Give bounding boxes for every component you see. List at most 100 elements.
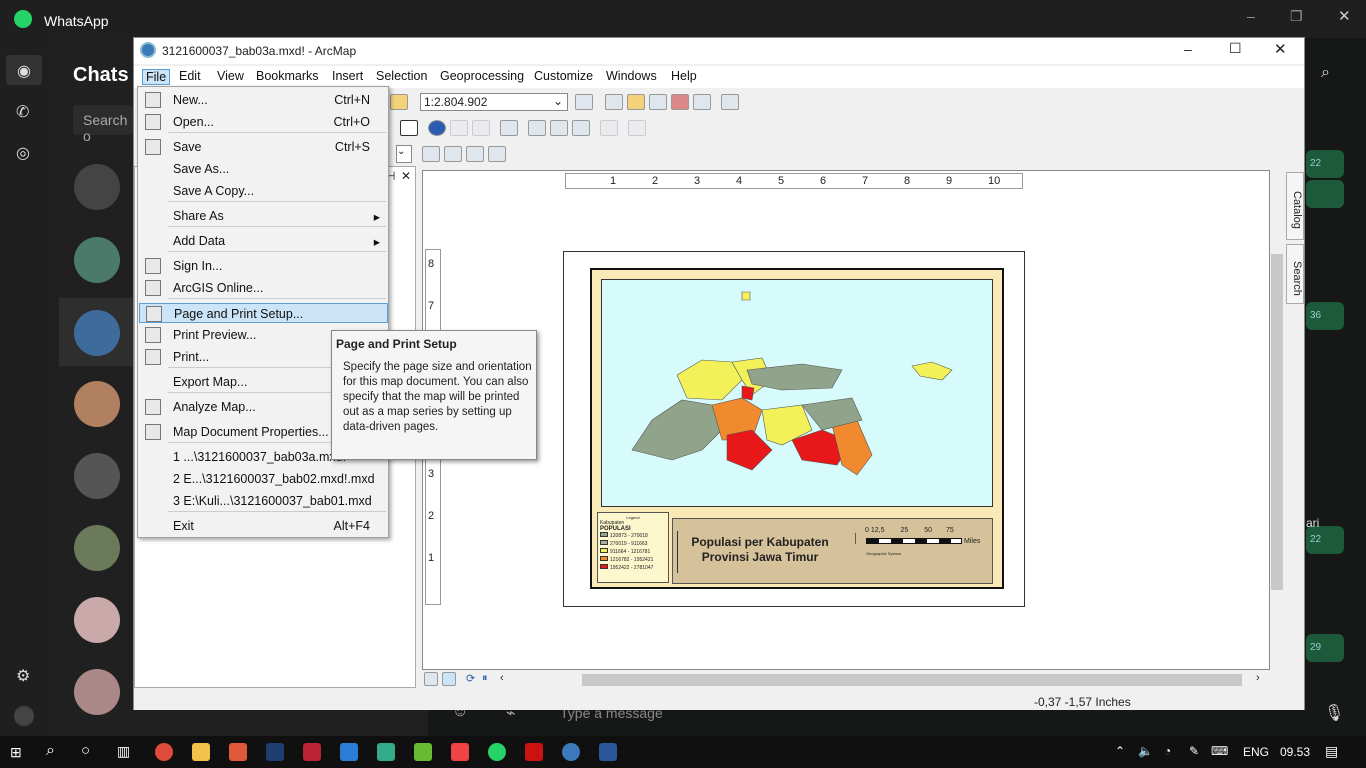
vscode-icon[interactable]	[340, 743, 358, 761]
file-menu-item-page-and-print-setup[interactable]: Page and Print Setup...	[139, 303, 388, 323]
settings-icon[interactable]: ⚙	[16, 666, 30, 686]
menu-customize[interactable]: Customize	[531, 69, 596, 83]
scale-combobox[interactable]: 1:2.804.902 ⌄	[420, 93, 568, 111]
file-menu-item-3-e-kuli-3121600037-bab01-mxd[interactable]: 3 E:\Kuli...\3121600037_bab01.mxd	[139, 491, 388, 511]
file-menu-item-add-data[interactable]: Add Data ▸	[139, 231, 388, 251]
app-icon[interactable]	[229, 743, 247, 761]
menu-selection[interactable]: Selection	[373, 69, 430, 83]
html-popup-icon[interactable]	[472, 120, 490, 136]
file-menu-item-sign-in[interactable]: Sign In...	[139, 256, 388, 276]
mic-icon[interactable]: 🎙	[1324, 703, 1344, 723]
flash-icon[interactable]	[450, 120, 468, 136]
panel-close-icon[interactable]: ✕	[401, 169, 411, 183]
layout-vertical-scrollbar[interactable]	[1270, 170, 1284, 670]
profile-avatar[interactable]	[14, 706, 34, 726]
layout-zoom-out-icon[interactable]	[444, 146, 462, 162]
avatar-contact-3[interactable]	[74, 381, 120, 427]
avatar-contact-4[interactable]	[74, 453, 120, 499]
maximize-button[interactable]: ☐	[1229, 40, 1242, 57]
close-button[interactable]: ✕	[1274, 40, 1287, 58]
whatsapp-taskbar-icon[interactable]	[488, 743, 506, 761]
pause-icon[interactable]: ⏸	[482, 672, 488, 685]
menu-view[interactable]: View	[214, 69, 247, 83]
data-frame-border[interactable]: Legend Kabupaten POPULASI 120873 - 27001…	[590, 268, 1004, 589]
model-builder-icon[interactable]	[721, 94, 739, 110]
chat-search-icon[interactable]: ⌕	[1321, 64, 1330, 82]
layer-combobox[interactable]: ⌄	[396, 145, 412, 163]
find-route-icon[interactable]	[550, 120, 568, 136]
arctoolbox-icon[interactable]	[671, 94, 689, 110]
find-icon[interactable]	[528, 120, 546, 136]
title-and-scale-box[interactable]: Populasi per Kabupaten Provinsi Jawa Tim…	[672, 518, 993, 584]
scrollbar-thumb[interactable]	[1271, 254, 1283, 590]
file-menu-item-share-as[interactable]: Share As ▸	[139, 206, 388, 226]
search-tab[interactable]: Search	[1286, 244, 1304, 304]
volume-icon[interactable]: 🔈	[1138, 744, 1153, 758]
catalog-window-icon[interactable]	[627, 94, 645, 110]
acrobat-icon[interactable]	[525, 743, 543, 761]
search-icon[interactable]: ⌕	[46, 742, 55, 760]
app-icon[interactable]	[377, 743, 395, 761]
app-icon[interactable]	[414, 743, 432, 761]
language-indicator[interactable]: ENG	[1243, 745, 1269, 759]
app-icon[interactable]	[451, 743, 469, 761]
refresh-icon[interactable]: ⟳	[466, 672, 475, 685]
avatar-contact-7[interactable]	[74, 669, 120, 715]
status-nav-icon[interactable]: ◎	[16, 143, 30, 163]
menu-geoprocessing[interactable]: Geoprocessing	[437, 69, 527, 83]
task-view-icon[interactable]: ▥	[117, 743, 130, 760]
map-legend[interactable]: Legend Kabupaten POPULASI 120873 - 27001…	[597, 512, 669, 583]
scrollbar-thumb[interactable]	[582, 674, 1242, 686]
catalog-tab[interactable]: Catalog	[1286, 172, 1304, 240]
python-window-icon[interactable]	[693, 94, 711, 110]
layout-view[interactable]: 1 2 3 4 5 6 7 8 9 10 8 7 6 5 4 3 2 1	[422, 170, 1270, 670]
whatsapp-close-icon[interactable]: ✕	[1338, 7, 1351, 25]
app-icon[interactable]	[303, 743, 321, 761]
clock[interactable]: 09.53	[1280, 745, 1310, 759]
avatar-default[interactable]	[74, 164, 120, 210]
search-input[interactable]: Search o	[73, 105, 133, 144]
file-menu-item-save-as[interactable]: Save As...	[139, 159, 388, 179]
layout-horizontal-scrollbar[interactable]: ⟳ ⏸ ‹ ›	[422, 672, 1270, 688]
file-menu-item-save[interactable]: Save Ctrl+S	[139, 137, 388, 157]
start-icon[interactable]: ⊞	[10, 744, 22, 761]
data-frame[interactable]	[601, 279, 993, 507]
menu-bookmarks[interactable]: Bookmarks	[253, 69, 322, 83]
keyboard-icon[interactable]: ⌨	[1211, 744, 1228, 758]
file-menu-item-save-a-copy[interactable]: Save A Copy...	[139, 181, 388, 201]
go-to-xy-icon[interactable]	[572, 120, 590, 136]
calls-nav-icon[interactable]: ✆	[16, 102, 29, 122]
menu-file[interactable]: File	[142, 69, 171, 85]
layout-view-icon[interactable]	[424, 672, 438, 686]
file-menu-item-open[interactable]: Open... Ctrl+O	[139, 112, 388, 132]
menu-windows[interactable]: Windows	[603, 69, 660, 83]
data-view-icon[interactable]	[442, 672, 456, 686]
notification-icon[interactable]: ▤	[1325, 743, 1338, 760]
file-menu-item-2-e-3121600037-bab02-mxd-mxd[interactable]: 2 E...\3121600037_bab02.mxd!.mxd	[139, 469, 388, 489]
whatsapp-restore-icon[interactable]: ❐	[1290, 8, 1303, 25]
search-window-icon[interactable]	[649, 94, 667, 110]
chats-nav-icon[interactable]: ◉	[6, 55, 42, 85]
identify-icon[interactable]	[428, 120, 446, 136]
menu-edit[interactable]: Edit	[176, 69, 204, 83]
scroll-right-icon[interactable]: ›	[1256, 672, 1260, 684]
menu-help[interactable]: Help	[668, 69, 700, 83]
layout-refresh-icon[interactable]	[466, 146, 484, 162]
minimize-button[interactable]: –	[1184, 41, 1192, 57]
pen-icon[interactable]: ✎	[1189, 744, 1199, 758]
whatsapp-minimize-icon[interactable]: –	[1247, 8, 1255, 24]
network-icon[interactable]: ◔	[1164, 744, 1171, 758]
select-elements-icon[interactable]	[400, 120, 418, 136]
word-icon[interactable]	[599, 743, 617, 761]
file-menu-item-arcgis-online[interactable]: ArcGIS Online...	[139, 278, 388, 298]
editor-icon[interactable]	[575, 94, 593, 110]
file-explorer-icon[interactable]	[192, 743, 210, 761]
avatar-group[interactable]	[74, 237, 120, 283]
scroll-left-icon[interactable]: ‹	[500, 672, 504, 684]
layout-zoom-in-icon[interactable]	[422, 146, 440, 162]
measure-icon[interactable]	[500, 120, 518, 136]
file-menu-item-new[interactable]: New... Ctrl+N	[139, 90, 388, 110]
photoshop-icon[interactable]	[266, 743, 284, 761]
chrome-icon[interactable]	[155, 743, 173, 761]
menu-insert[interactable]: Insert	[329, 69, 366, 83]
